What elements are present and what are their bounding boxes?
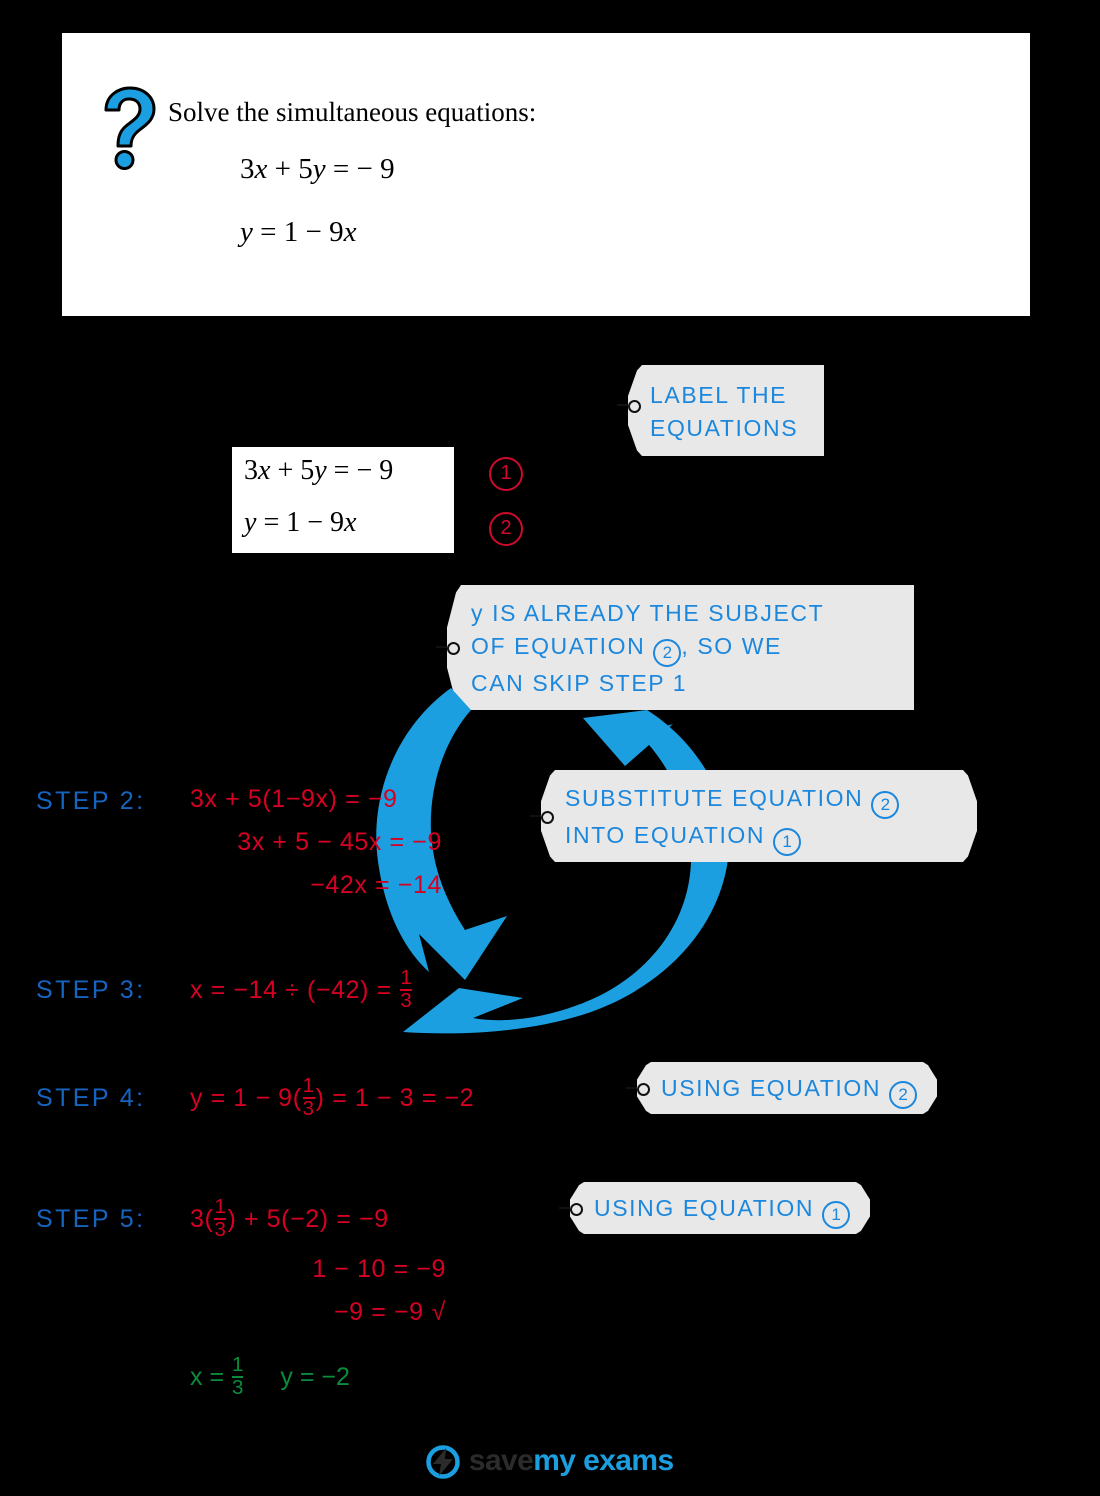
step-5-line-3: −9 = −9 √ (190, 1298, 446, 1327)
step-5-line-2: 1 − 10 = −9 (312, 1254, 446, 1283)
callout-lead-line-label-equations (617, 404, 628, 406)
step-2-label: STEP 2: (36, 787, 146, 815)
callout-skip-step1-line2-b: , SO WE (681, 632, 782, 659)
callout-using-equation-2-line: USING EQUATION 2 (661, 1072, 937, 1109)
step-4-prefix: y = 1 − 9( (190, 1083, 302, 1112)
callout-using-equation-2: USING EQUATION 2 (637, 1062, 937, 1114)
callout-lead-line-substitute (530, 815, 541, 817)
callout-lead-line-using-equation-1 (559, 1207, 570, 1209)
callout-using-equation-1-line: USING EQUATION 1 (594, 1192, 870, 1229)
step-3-prefix: x = −14 ÷ (−42) = (190, 975, 400, 1004)
step-4-fraction-numerator: 1 (302, 1074, 315, 1097)
step-5-suffix: ) + 5(−2) = −9 (227, 1204, 389, 1233)
block-equation-2: y = 1 − 9x (244, 507, 357, 538)
step-5-fraction-denominator: 3 (214, 1217, 227, 1241)
callout-substitute: SUBSTITUTE EQUATION 2 INTO EQUATION 1 (541, 770, 977, 862)
callout-using-equation-1-circle: 1 (822, 1201, 850, 1229)
step-3-fraction-numerator: 1 (400, 966, 413, 989)
step-4-fraction: 13 (302, 1074, 315, 1120)
step-4-suffix: ) = 1 − 3 = −2 (315, 1083, 475, 1112)
step-4-working: y = 1 − 9(1 3) = 1 − 3 = −2 (190, 1074, 475, 1134)
callout-label-equations-line2: EQUATIONS (650, 414, 799, 441)
step-5-line-1: 3(1 3) + 5(−2) = −9 (190, 1195, 446, 1241)
footer-logo: savemy exams (0, 1444, 1100, 1479)
callout-eyelet-label-equations (628, 400, 641, 413)
callout-skip-step1-line2-a: OF EQUATION (471, 632, 646, 659)
final-answer-x-numerator: 1 (232, 1353, 244, 1376)
check-mark-icon: √ (431, 1297, 446, 1326)
step-2-working: 3x + 5(1−9x) = −9 3x + 5 − 45x = −9 −42x… (190, 785, 442, 914)
step-3-working: x = −14 ÷ (−42) = 13 (190, 966, 413, 1026)
step-2-line-3: −42x = −14 (310, 871, 442, 899)
callout-eyelet-using-equation-2 (637, 1083, 650, 1096)
question-equation-2-text: y = 1 − 9x (240, 216, 357, 248)
equation-number-2: 2 (489, 512, 523, 546)
step-3-line-1: x = −14 ÷ (−42) = 13 (190, 966, 413, 1012)
step-5-fraction-numerator: 1 (214, 1195, 227, 1218)
callout-label-equations: LABEL THE EQUATIONS (628, 365, 824, 456)
step-3-fraction-denominator: 3 (400, 988, 413, 1012)
logo-wordmark: savemy exams (469, 1444, 674, 1478)
callout-using-equation-1: USING EQUATION 1 (570, 1182, 870, 1234)
question-prompt: Solve the simultaneous equations: (168, 97, 537, 127)
callout-skip-step1-circle: 2 (653, 638, 682, 667)
callout-using-equation-2-text: USING EQUATION (661, 1075, 882, 1101)
equation-number-1: 1 (489, 457, 523, 491)
callout-substitute-line1-text: SUBSTITUTE EQUATION (565, 785, 864, 811)
callout-using-equation-2-circle: 2 (889, 1081, 917, 1109)
final-answer: x = 13 y = −2 (190, 1353, 350, 1399)
final-answer-x-denominator: 3 (232, 1375, 244, 1399)
question-panel: Solve the simultaneous equations: 3x + 5… (62, 33, 1030, 316)
callout-substitute-line1-circle: 2 (871, 791, 899, 819)
callout-using-equation-1-text: USING EQUATION (594, 1195, 815, 1221)
callout-substitute-line2-text: INTO EQUATION (565, 822, 766, 848)
step-5-line-3-text: −9 = −9 (333, 1297, 424, 1326)
step-3-label: STEP 3: (36, 976, 146, 1004)
question-mark-icon (104, 86, 156, 170)
callout-skip-step1-line2: OF EQUATION 2, SO WE (471, 630, 914, 667)
step-5-working: 3(1 3) + 5(−2) = −9 1 − 10 = −9 −9 = −9 √ (190, 1195, 446, 1341)
question-equation-2: y = 1 − 9x (240, 216, 356, 249)
step-2-line-2: 3x + 5 − 45x = −9 (237, 828, 442, 856)
block-equation-1: 3x + 5y = − 9 (244, 455, 394, 486)
step-5-label: STEP 5: (36, 1205, 146, 1233)
step-2-line-1: 3x + 5(1−9x) = −9 (190, 785, 398, 813)
lightning-bolt-logo-icon (426, 1445, 461, 1479)
step-4-label: STEP 4: (36, 1084, 146, 1112)
final-answer-x-fraction: 13 (232, 1353, 244, 1399)
final-answer-x-prefix: x = (190, 1362, 231, 1391)
step-4-fraction-denominator: 3 (302, 1096, 315, 1120)
callout-eyelet-substitute (541, 811, 554, 824)
callout-eyelet-using-equation-1 (570, 1203, 583, 1216)
callout-label-equations-line1: LABEL THE (650, 382, 788, 408)
step-5-prefix: 3( (190, 1204, 214, 1233)
logo: savemy exams (426, 1444, 674, 1479)
step-3-fraction: 13 (400, 966, 413, 1012)
logo-word-save: save (468, 1444, 534, 1477)
callout-substitute-line2: INTO EQUATION 1 (565, 819, 977, 856)
step-4-line-1: y = 1 − 9(1 3) = 1 − 3 = −2 (190, 1074, 475, 1120)
callout-substitute-line1: SUBSTITUTE EQUATION 2 (565, 782, 977, 819)
labelled-equation-block: 3x + 5y = − 9 y = 1 − 9x (232, 447, 454, 553)
callout-lead-line-using-equation-2 (626, 1087, 637, 1089)
logo-word-myexams: my exams (533, 1444, 674, 1477)
question-equation-1-text: 3x + 5y = − 9 (240, 153, 395, 185)
callout-lead-line-skip-step1 (436, 646, 447, 648)
final-answer-y: y = −2 (280, 1362, 350, 1391)
callout-eyelet-skip-step1 (447, 642, 460, 655)
callout-substitute-line2-circle: 1 (773, 828, 801, 856)
question-equation-1: 3x + 5y = − 9 (240, 153, 395, 186)
callout-skip-step1-line1: y IS ALREADY THE SUBJECT (471, 600, 825, 626)
step-5-fraction: 13 (214, 1195, 227, 1241)
